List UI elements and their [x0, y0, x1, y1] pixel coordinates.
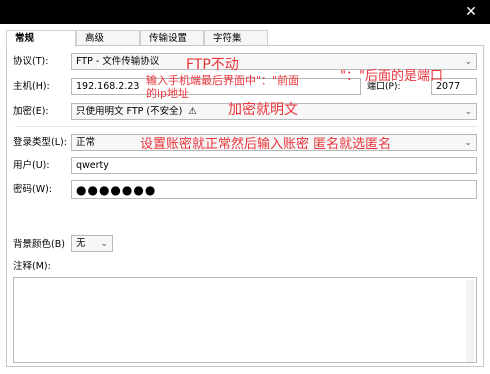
user-input[interactable]: qwerty: [71, 157, 477, 174]
host-value: 192.168.2.23: [76, 81, 140, 92]
user-value: qwerty: [76, 160, 109, 171]
annotation-host-line1: 输入手机端最后界面中"："前面: [146, 74, 300, 87]
comment-textarea[interactable]: [13, 277, 477, 363]
bgcolor-value: 无: [76, 238, 86, 249]
chevron-down-icon: ⌄: [464, 57, 472, 67]
bgcolor-select[interactable]: 无 ⌄: [71, 235, 113, 252]
login-type-value: 正常: [76, 137, 96, 148]
scrollbar[interactable]: [466, 280, 474, 362]
host-label: 主机(H):: [13, 81, 50, 92]
tab-advanced[interactable]: 高级: [76, 30, 140, 46]
comment-label: 注释(M):: [13, 261, 51, 272]
bgcolor-label: 背景颜色(B): [13, 239, 65, 250]
chevron-down-icon: ⌄: [464, 107, 472, 117]
annotation-login: 设置账密就正常然后输入账密 匿名就选匿名: [140, 137, 392, 152]
login-type-label: 登录类型(L):: [13, 137, 67, 148]
annotation-ftp-fixed: FTP不动: [186, 57, 239, 73]
annotation-encrypt: 加密就明文: [228, 102, 298, 118]
protocol-label: 协议(T):: [13, 56, 49, 67]
dialog-titlebar: ✕: [0, 0, 490, 24]
chevron-down-icon: ⌄: [100, 239, 108, 249]
user-label: 用户(U):: [13, 160, 50, 171]
tab-bar: 常规 高级 传输设置 字符集: [0, 30, 490, 47]
chevron-down-icon: ⌄: [464, 138, 472, 148]
protocol-value: FTP - 文件传输协议: [76, 56, 160, 67]
encryption-value: 只使用明文 FTP (不安全): [76, 106, 183, 117]
annotation-host: 输入手机端最后界面中"："前面 的ip地址: [146, 74, 299, 100]
password-input[interactable]: ●●●●●●●: [71, 180, 477, 199]
separator: [15, 126, 477, 127]
warning-icon: ⚠: [188, 106, 197, 117]
tab-transfer-settings[interactable]: 传输设置: [140, 30, 204, 46]
tab-general[interactable]: 常规: [6, 30, 76, 47]
annotation-port: "："后面的是端口: [340, 69, 443, 84]
encryption-label: 加密(E):: [13, 106, 49, 117]
password-value: ●●●●●●●: [76, 183, 157, 197]
password-label: 密码(W):: [13, 184, 53, 195]
tab-charset[interactable]: 字符集: [204, 30, 268, 46]
close-icon[interactable]: ✕: [462, 3, 480, 21]
